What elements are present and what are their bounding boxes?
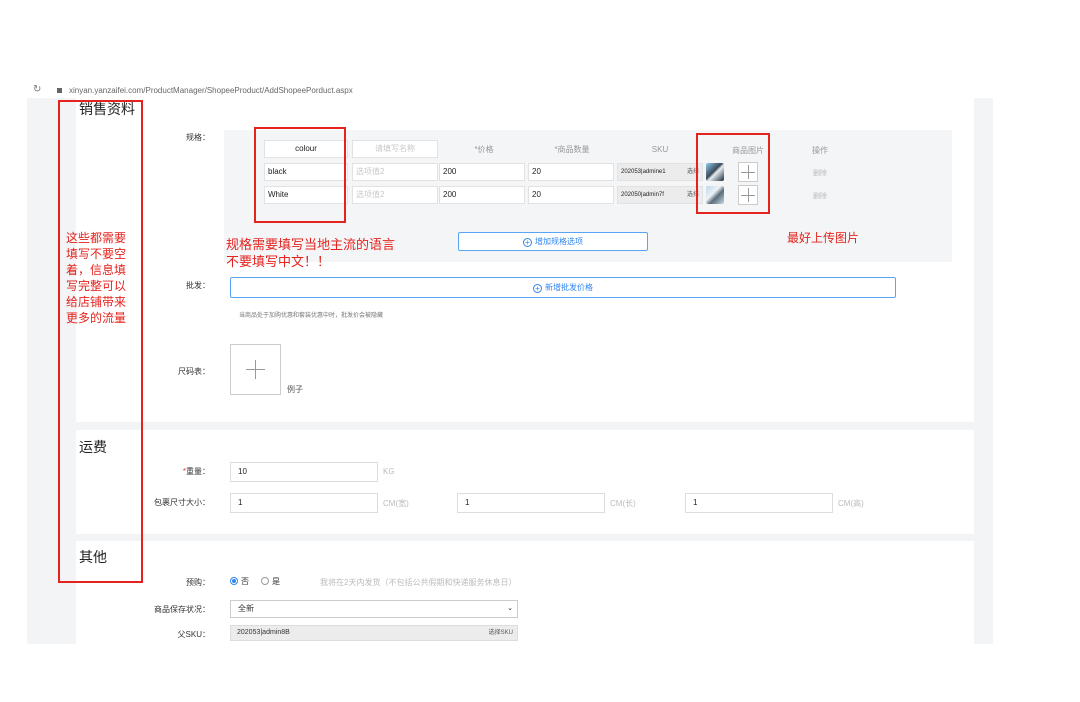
spec-annotation-text: 规格需要填写当地主流的语言 不要填写中文！！	[226, 237, 396, 269]
row1-spec2-input[interactable]: 选项值2	[352, 163, 438, 181]
left-annotation-box	[58, 100, 143, 583]
condition-label: 商品保存状况：	[154, 605, 210, 614]
width-input[interactable]: 1	[230, 493, 378, 513]
weight-unit: KG	[383, 467, 395, 476]
parent-sku-select-button[interactable]: 选择SKU	[489, 626, 513, 640]
other-card: 其他 预购： 否 是 我将在2天内发货（不包括公共假期和快递服务休息日） 商品保…	[76, 541, 974, 644]
shipping-card: 运费 *重量： 10 KG 包裹尺寸大小： 1 CM(宽) 1 CM(长) 1 …	[76, 430, 974, 534]
row2-sku-field[interactable]: 202050|admin7f 选择	[617, 186, 703, 204]
wholesale-note: 当商品处于加购优惠和套装优惠中时，批发价会被隐藏	[239, 313, 384, 319]
image-annotation-box	[696, 133, 770, 214]
chevron-down-icon: ⌄	[507, 605, 513, 612]
parent-sku-field[interactable]: 202053|admin8B 选择SKU	[230, 625, 518, 641]
action-header: 操作	[812, 146, 828, 155]
row1-delete-button[interactable]: 删除	[813, 168, 827, 178]
spec-annotation-box	[254, 127, 346, 223]
size-chart-upload-button[interactable]	[230, 344, 281, 395]
weight-input[interactable]: 10	[230, 462, 378, 482]
row2-price-input[interactable]: 200	[439, 186, 525, 204]
height-input[interactable]: 1	[685, 493, 833, 513]
left-annotation-text: 这些都需要 填写不要空 着，信息填 写完整可以 给店铺带来 更多的流量	[66, 231, 127, 325]
row2-delete-button[interactable]: 删除	[813, 191, 827, 201]
reload-icon[interactable]: ↻	[33, 84, 41, 96]
spec2-name-input[interactable]: 请填写名称	[352, 140, 438, 158]
height-unit: CM(高)	[838, 499, 864, 508]
row1-sku-value: 202053|admine1	[621, 169, 666, 175]
length-unit: CM(长)	[610, 499, 636, 508]
browser-screenshot: ↻ xinyan.yanzaifei.com/ProductManager/Sh…	[27, 84, 993, 644]
plus-circle-icon: +	[523, 238, 532, 247]
radio-checked-icon[interactable]	[230, 577, 238, 585]
row2-stock-input[interactable]: 20	[528, 186, 614, 204]
sales-info-card: 销售资料 规格： colour 请填写名称 *价格 *商品数量 SKU 商品图片…	[76, 98, 974, 422]
length-input[interactable]: 1	[457, 493, 605, 513]
add-spec-option-button[interactable]: + 增加规格选项	[458, 232, 648, 251]
address-bar[interactable]: ↻ xinyan.yanzaifei.com/ProductManager/Sh…	[27, 84, 993, 98]
plus-circle-icon: +	[533, 284, 542, 293]
url-text[interactable]: xinyan.yanzaifei.com/ProductManager/Shop…	[69, 85, 353, 97]
condition-value: 全新	[238, 604, 254, 613]
row1-stock-input[interactable]: 20	[528, 163, 614, 181]
row1-price-input[interactable]: 200	[439, 163, 525, 181]
sku-header: SKU	[651, 145, 669, 154]
condition-select[interactable]: 全新 ⌄	[230, 600, 518, 618]
width-unit: CM(宽)	[383, 499, 409, 508]
add-wholesale-label: 新增批发价格	[545, 283, 593, 292]
price-header: *价格	[474, 145, 494, 154]
row2-spec2-input[interactable]: 选项值2	[352, 186, 438, 204]
radio-unchecked-icon[interactable]	[261, 577, 269, 585]
parent-sku-value: 202053|admin8B	[237, 629, 290, 636]
add-wholesale-button[interactable]: + 新增批发价格	[230, 277, 896, 298]
add-spec-option-label: 增加规格选项	[535, 237, 583, 246]
lock-icon	[57, 88, 62, 93]
preorder-yes-radio[interactable]: 是	[261, 576, 280, 587]
preorder-no-radio[interactable]: 否	[230, 576, 249, 587]
stock-header: *商品数量	[554, 145, 590, 154]
parent-sku-label: 父SKU：	[177, 630, 210, 639]
preorder-note: 我将在2天内发货（不包括公共假期和快递服务休息日）	[320, 578, 517, 587]
size-chart-example-link[interactable]: 例子	[287, 384, 303, 395]
row1-sku-field[interactable]: 202053|admine1 选择	[617, 163, 703, 181]
row2-sku-value: 202050|admin7f	[621, 192, 664, 198]
image-annotation-text: 最好上传图片	[787, 231, 860, 245]
